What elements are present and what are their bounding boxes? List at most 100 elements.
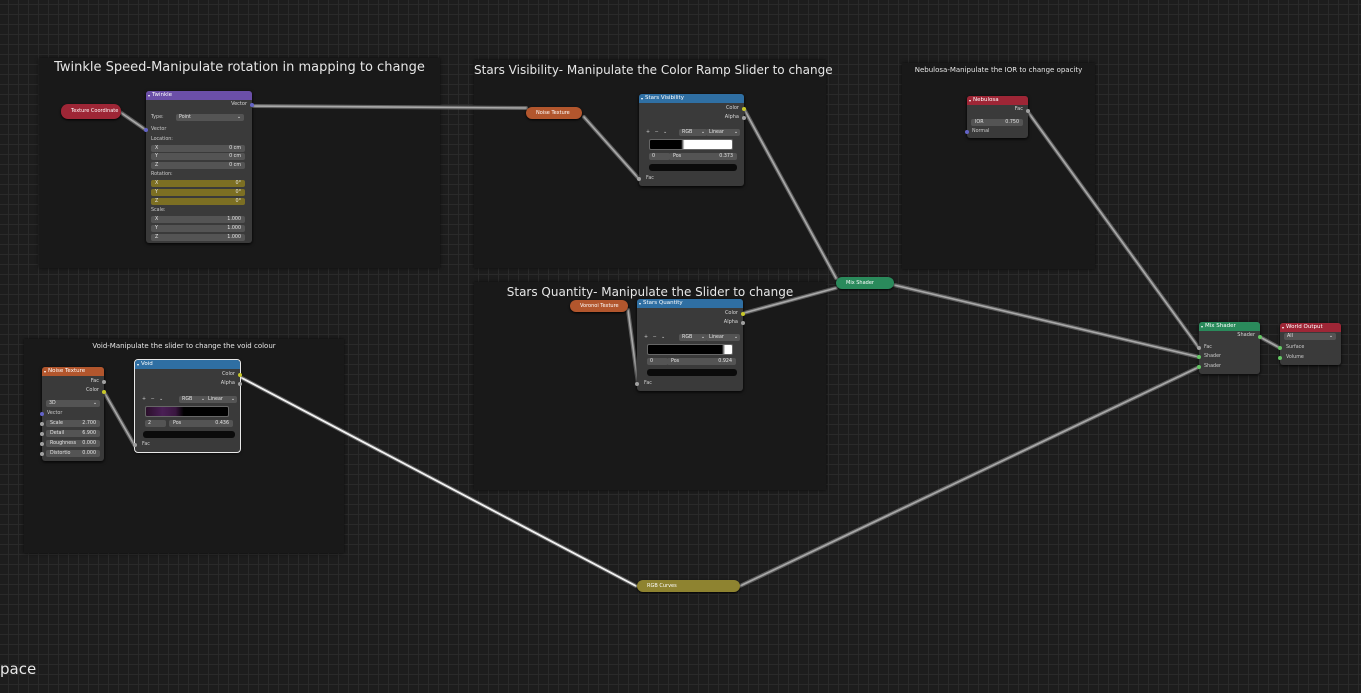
- node-void[interactable]: ▾ Void Color Alpha + − ⌄ RGB ⌄ Linear ⌄ 2 P…: [133, 359, 242, 453]
- ramp-pos-field[interactable]: Pos 0.436: [169, 420, 233, 427]
- node-voronoi-texture[interactable]: Voronoi Texture: [570, 300, 628, 312]
- color-ramp-bar[interactable]: [145, 406, 229, 417]
- output-alpha-socket[interactable]: [742, 116, 746, 120]
- vector-input-socket[interactable]: [144, 128, 148, 132]
- input-vector-socket[interactable]: [40, 412, 44, 416]
- color-ramp-bar[interactable]: [649, 139, 733, 150]
- roughness-field[interactable]: Roughness 0.000: [46, 440, 100, 447]
- node-stars-quantity[interactable]: ▾ Stars Quantity Color Alpha + − ⌄ RGB ⌄ L…: [635, 299, 745, 391]
- collapse-icon[interactable]: ▾: [137, 360, 139, 369]
- output-alpha-socket[interactable]: [741, 321, 745, 325]
- ramp-pos-field[interactable]: Pos 0.373: [669, 153, 737, 160]
- node-title: Nebulosa: [973, 97, 999, 103]
- input-shader-1-socket[interactable]: [1197, 355, 1201, 359]
- output-fac-socket[interactable]: [102, 380, 106, 384]
- rotation-z-field[interactable]: Z 0°: [151, 198, 245, 205]
- output-fac-socket[interactable]: [1026, 109, 1030, 113]
- node-noise-texture-void[interactable]: ▾ Noise Texture Fac Color 3D ⌄ Vector Scal…: [40, 367, 106, 461]
- output-color-socket[interactable]: [238, 373, 242, 377]
- node-header[interactable]: ▾ Void: [135, 360, 240, 369]
- ramp-stop-index[interactable]: 0: [649, 153, 670, 160]
- output-vector-label: Vector: [231, 101, 247, 107]
- collapse-icon[interactable]: ▾: [1282, 323, 1284, 332]
- node-title: Noise Texture: [48, 368, 86, 374]
- ramp-color-swatch[interactable]: [143, 431, 235, 438]
- input-fac-socket[interactable]: [635, 382, 639, 386]
- node-texture-coordinate[interactable]: Texture Coordinate: [61, 104, 121, 119]
- collapse-icon[interactable]: ▾: [639, 299, 641, 308]
- node-header[interactable]: ▾ World Output: [1280, 323, 1341, 332]
- location-x-field[interactable]: X0 cm: [151, 145, 245, 152]
- node-header[interactable]: ▾ Stars Visibility: [639, 94, 744, 103]
- ramp-toolbar[interactable]: + − ⌄: [644, 335, 665, 340]
- ramp-stop-index[interactable]: 0: [647, 358, 668, 365]
- collapse-icon[interactable]: ▾: [148, 91, 150, 100]
- type-label: Type:: [151, 115, 164, 120]
- ior-field[interactable]: IOR 0.750: [971, 119, 1023, 126]
- input-fac-label: Fac: [142, 442, 150, 447]
- node-header[interactable]: ▾ Stars Quantity: [637, 299, 743, 308]
- interpolation-dropdown[interactable]: Linear ⌄: [706, 129, 740, 136]
- output-color-socket[interactable]: [102, 390, 106, 394]
- color-mode-dropdown[interactable]: RGB ⌄: [179, 396, 207, 403]
- output-color-socket[interactable]: [741, 312, 745, 316]
- color-mode-dropdown[interactable]: RGB ⌄: [679, 129, 707, 136]
- output-color-socket[interactable]: [742, 107, 746, 111]
- location-z-field[interactable]: Z0 cm: [151, 162, 245, 169]
- node-nebulosa[interactable]: ▾ Nebulosa Fac IOR 0.750 Normal: [965, 96, 1030, 138]
- input-fac-socket[interactable]: [1197, 346, 1201, 350]
- collapse-icon[interactable]: ▾: [44, 367, 46, 376]
- ramp-color-swatch[interactable]: [647, 369, 737, 376]
- node-world-output[interactable]: ▾ World Output All ⌄ Surface Volume: [1278, 323, 1341, 365]
- interpolation-dropdown[interactable]: Linear ⌄: [706, 334, 740, 341]
- type-dropdown[interactable]: Point ⌄: [176, 114, 244, 121]
- color-ramp-bar[interactable]: [647, 344, 733, 355]
- distortion-field[interactable]: Distortio 0.000: [46, 450, 100, 457]
- ramp-pos-field[interactable]: Pos 0.924: [667, 358, 736, 365]
- input-normal-socket[interactable]: [965, 130, 969, 134]
- collapse-icon[interactable]: ▾: [1201, 322, 1203, 331]
- location-y-field[interactable]: Y0 cm: [151, 153, 245, 160]
- scale-x-field[interactable]: X 1.000: [151, 216, 245, 223]
- scale-z-field[interactable]: Z 1.000: [151, 234, 245, 241]
- node-header[interactable]: ▾ Twinkle: [146, 91, 252, 100]
- node-noise-texture[interactable]: Noise Texture: [526, 107, 582, 119]
- input-roughness-socket[interactable]: [40, 442, 44, 446]
- input-volume-label: Volume: [1286, 355, 1304, 360]
- ramp-toolbar[interactable]: + − ⌄: [142, 397, 163, 402]
- collapse-icon[interactable]: ▾: [969, 96, 971, 105]
- input-scale-socket[interactable]: [40, 422, 44, 426]
- input-detail-socket[interactable]: [40, 432, 44, 436]
- node-stars-visibility[interactable]: ▾ Stars Visibility Color Alpha + − ⌄ RGB ⌄…: [637, 94, 746, 186]
- node-title: Mix Shader: [1205, 323, 1236, 329]
- scale-field[interactable]: Scale 2.700: [46, 420, 100, 427]
- input-fac-socket[interactable]: [133, 443, 137, 447]
- input-volume-socket[interactable]: [1278, 356, 1282, 360]
- ramp-toolbar[interactable]: + − ⌄: [646, 130, 667, 135]
- node-mix-shader-2[interactable]: ▾ Mix Shader Shader Fac Shader Shader: [1197, 322, 1262, 374]
- scale-y-field[interactable]: Y 1.000: [151, 225, 245, 232]
- input-surface-socket[interactable]: [1278, 346, 1282, 350]
- output-shader-socket[interactable]: [1258, 335, 1262, 339]
- dimension-dropdown[interactable]: 3D ⌄: [46, 400, 100, 407]
- rotation-x-field[interactable]: X 0°: [151, 180, 245, 187]
- rotation-y-field[interactable]: Y 0°: [151, 189, 245, 196]
- node-header[interactable]: ▾ Nebulosa: [967, 96, 1028, 105]
- collapse-icon[interactable]: ▾: [641, 94, 643, 103]
- output-alpha-socket[interactable]: [238, 382, 242, 386]
- node-twinkle[interactable]: ▾ Twinkle Vector Type: Point ⌄ Vector Loca…: [144, 91, 254, 243]
- node-mix-shader-1[interactable]: Mix Shader: [836, 277, 894, 289]
- input-fac-socket[interactable]: [637, 177, 641, 181]
- input-shader-2-socket[interactable]: [1197, 365, 1201, 369]
- input-distortion-socket[interactable]: [40, 452, 44, 456]
- node-header[interactable]: ▾ Mix Shader: [1199, 322, 1260, 331]
- ramp-color-swatch[interactable]: [649, 164, 737, 171]
- node-header[interactable]: ▾ Noise Texture: [42, 367, 104, 376]
- ramp-stop-index[interactable]: 2: [145, 420, 166, 427]
- output-vector-socket[interactable]: [250, 103, 254, 107]
- color-mode-dropdown[interactable]: RGB ⌄: [679, 334, 707, 341]
- interpolation-dropdown[interactable]: Linear ⌄: [205, 396, 237, 403]
- target-dropdown[interactable]: All ⌄: [1284, 333, 1336, 340]
- node-rgb-curves[interactable]: RGB Curves: [637, 580, 740, 592]
- detail-field[interactable]: Detail 6.900: [46, 430, 100, 437]
